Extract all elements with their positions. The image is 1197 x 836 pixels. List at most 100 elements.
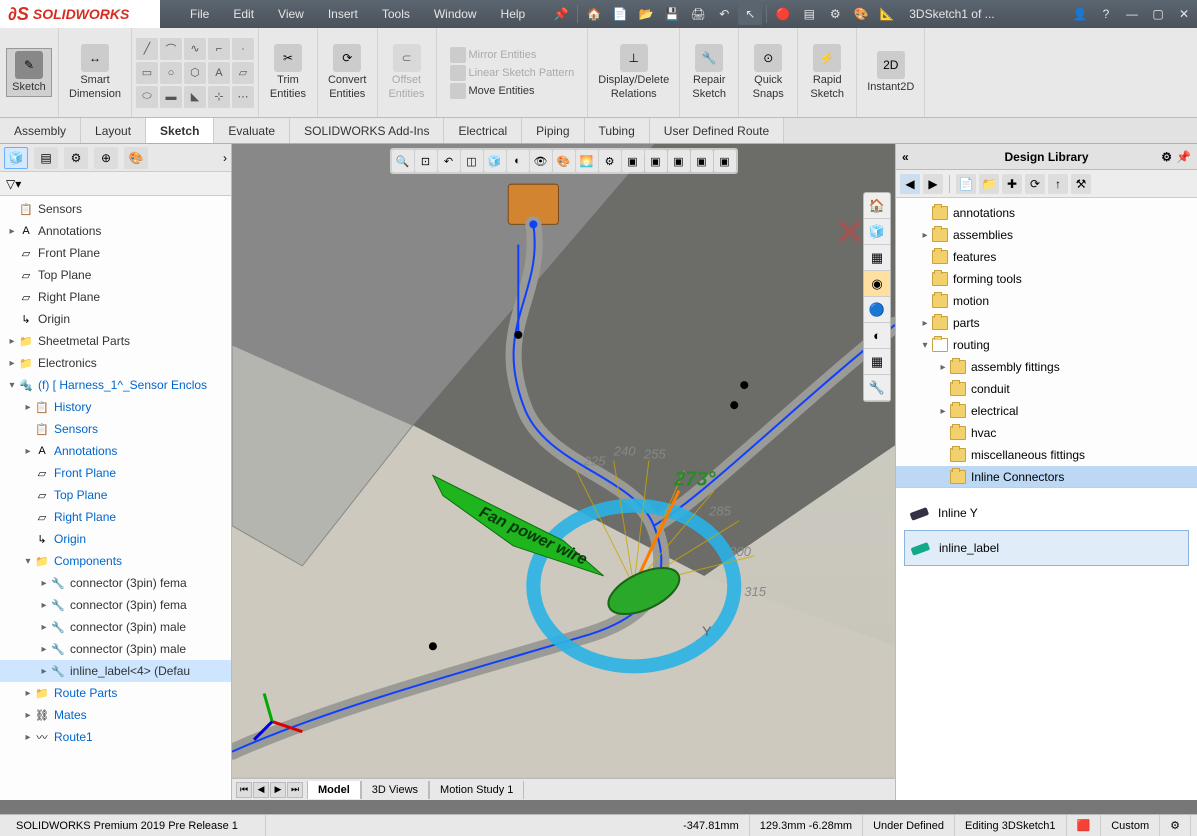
polygon-tool[interactable]: ⬡ — [184, 62, 206, 84]
home-view-icon[interactable]: 🏠 — [864, 193, 890, 219]
maximize-button[interactable]: ▢ — [1145, 3, 1171, 25]
hide-show-icon[interactable]: 👁 — [530, 150, 552, 172]
expand-arrow[interactable]: › — [223, 151, 227, 165]
display-style-icon[interactable]: ◐ — [507, 150, 529, 172]
cmdtab-electrical[interactable]: Electrical — [444, 118, 522, 143]
lib-folder[interactable]: ▸assembly fittings — [896, 356, 1197, 378]
add-file-icon[interactable]: 📄 — [956, 174, 976, 194]
convert-entities-button[interactable]: ⟳ Convert Entities — [324, 42, 371, 102]
construction-tool[interactable]: ⊹ — [208, 86, 230, 108]
tree-item[interactable]: ▱Right Plane — [0, 506, 231, 528]
tree-item[interactable]: ↳Origin — [0, 308, 231, 330]
lib-folder[interactable]: miscellaneous fittings — [896, 444, 1197, 466]
home-icon[interactable]: 🏠 — [582, 3, 606, 25]
tree-item[interactable]: ▸🔧connector (3pin) fema — [0, 572, 231, 594]
view-cube-2[interactable]: ▣ — [645, 150, 667, 172]
tree-item[interactable]: ▸🔧connector (3pin) fema — [0, 594, 231, 616]
panel-pin-icon[interactable]: 📌 — [1176, 150, 1191, 164]
tree-item[interactable]: ↳Origin — [0, 528, 231, 550]
shaded-icon[interactable]: ◉ — [864, 271, 890, 297]
lib-folder[interactable]: Inline Connectors — [896, 466, 1197, 488]
arc-tool[interactable]: ⌒ — [160, 38, 182, 60]
instant2d-button[interactable]: 2D Instant2D — [863, 49, 918, 96]
viewport-tab-3d-views[interactable]: 3D Views — [361, 781, 429, 799]
circle-tool[interactable]: ○ — [160, 62, 182, 84]
ellipse-tool[interactable]: ⬭ — [136, 86, 158, 108]
units-label[interactable]: Custom — [1101, 815, 1160, 836]
display-delete-relations-button[interactable]: ⊥ Display/Delete Relations — [594, 42, 673, 102]
new-icon[interactable]: 📄 — [608, 3, 632, 25]
quick-snaps-button[interactable]: ⊙ Quick Snaps — [745, 42, 791, 102]
open-icon[interactable]: 📂 — [634, 3, 658, 25]
lib-folder[interactable]: features — [896, 246, 1197, 268]
viewport-tab-model[interactable]: Model — [307, 781, 361, 799]
collapse-panel-icon[interactable]: « — [902, 150, 909, 164]
tree-item[interactable]: ▸AAnnotations — [0, 220, 231, 242]
tree-filter[interactable]: ▽▾ — [0, 172, 231, 196]
menu-file[interactable]: File — [178, 7, 221, 21]
appearance-icon[interactable]: 🎨 — [849, 3, 873, 25]
rect-tool[interactable]: ▭ — [136, 62, 158, 84]
save-icon[interactable]: 💾 — [660, 3, 684, 25]
menu-view[interactable]: View — [266, 7, 316, 21]
tree-item[interactable]: ▾🔩(f) [ Harness_1^_Sensor Enclos — [0, 374, 231, 396]
zoom-area-icon[interactable]: ⊡ — [415, 150, 437, 172]
cmdtab-layout[interactable]: Layout — [81, 118, 146, 143]
close-button[interactable]: ✕ — [1171, 3, 1197, 25]
menu-edit[interactable]: Edit — [221, 7, 266, 21]
lib-folder[interactable]: conduit — [896, 378, 1197, 400]
slot-tool[interactable]: ▬ — [160, 86, 182, 108]
tree-item[interactable]: ▸🔧inline_label<4> (Defau — [0, 660, 231, 682]
menu-window[interactable]: Window — [422, 7, 489, 21]
config-lib-icon[interactable]: ⚒ — [1071, 174, 1091, 194]
undo-icon[interactable]: ↶ — [712, 3, 736, 25]
repair-sketch-button[interactable]: 🔧 Repair Sketch — [686, 42, 732, 102]
tree-item[interactable]: ▸📁Sheetmetal Parts — [0, 330, 231, 352]
help-icon[interactable]: ? — [1093, 3, 1119, 25]
forward-icon[interactable]: ▶ — [923, 174, 943, 194]
tree-item[interactable]: ▸🔧connector (3pin) male — [0, 616, 231, 638]
tree-item[interactable]: ▱Top Plane — [0, 484, 231, 506]
tree-item[interactable]: ▸〰Route1 — [0, 726, 231, 748]
config-manager-tab[interactable]: ⚙ — [64, 147, 88, 169]
property-manager-tab[interactable]: ▤ — [34, 147, 58, 169]
text-tool[interactable]: A — [208, 62, 230, 84]
cmdtab-sketch[interactable]: Sketch — [146, 118, 214, 143]
lib-folder[interactable]: ▾routing — [896, 334, 1197, 356]
tree-item[interactable]: ▱Front Plane — [0, 462, 231, 484]
menu-help[interactable]: Help — [489, 7, 538, 21]
edit-appearance-icon[interactable]: 🎨 — [553, 150, 575, 172]
rebuild-status-icon[interactable]: 🟥 — [1067, 815, 1102, 836]
options-list-icon[interactable]: ▤ — [797, 3, 821, 25]
cmdtab-piping[interactable]: Piping — [522, 118, 584, 143]
tree-item[interactable]: ▾📁Components — [0, 550, 231, 572]
dimxpert-tab[interactable]: ⊕ — [94, 147, 118, 169]
chamfer-tool[interactable]: ◣ — [184, 86, 206, 108]
cmdtab-evaluate[interactable]: Evaluate — [214, 118, 290, 143]
lib-folder[interactable]: ▸assemblies — [896, 224, 1197, 246]
select-icon[interactable]: ↖ — [738, 3, 762, 25]
view-cube-3[interactable]: ▣ — [668, 150, 690, 172]
new-lib-icon[interactable]: ✚ — [1002, 174, 1022, 194]
sketch-button[interactable]: ✎ Sketch — [6, 48, 52, 97]
status-gear-icon[interactable]: ⚙ — [1160, 815, 1191, 836]
rapid-sketch-button[interactable]: ⚡ Rapid Sketch — [804, 42, 850, 102]
tools-icon[interactable]: 🔧 — [864, 375, 890, 401]
material-icon[interactable]: ◐ — [864, 323, 890, 349]
minimize-button[interactable]: — — [1119, 3, 1145, 25]
view-cube-4[interactable]: ▣ — [691, 150, 713, 172]
tab-first[interactable]: ⏮ — [236, 782, 252, 798]
zoom-fit-icon[interactable]: 🔍 — [392, 150, 414, 172]
grid-icon[interactable]: ▦ — [864, 349, 890, 375]
wireframe-icon[interactable]: ▦ — [864, 245, 890, 271]
menu-insert[interactable]: Insert — [316, 7, 370, 21]
tree-item[interactable]: ▸🔧connector (3pin) male — [0, 638, 231, 660]
view-orientation-icon[interactable]: 🧊 — [484, 150, 506, 172]
settings-icon[interactable]: ⚙ — [823, 3, 847, 25]
lib-folder[interactable]: motion — [896, 290, 1197, 312]
lib-folder[interactable]: annotations — [896, 202, 1197, 224]
line-tool[interactable]: ╱ — [136, 38, 158, 60]
tree-item[interactable]: 📋Sensors — [0, 418, 231, 440]
lib-folder[interactable]: forming tools — [896, 268, 1197, 290]
graphics-viewport[interactable]: 🔍 ⊡ ↶ ◫ 🧊 ◐ 👁 🎨 🌅 ⚙ ▣ ▣ ▣ ▣ ▣ 🏠 🧊 ▦ ◉ 🔵 … — [232, 144, 895, 800]
